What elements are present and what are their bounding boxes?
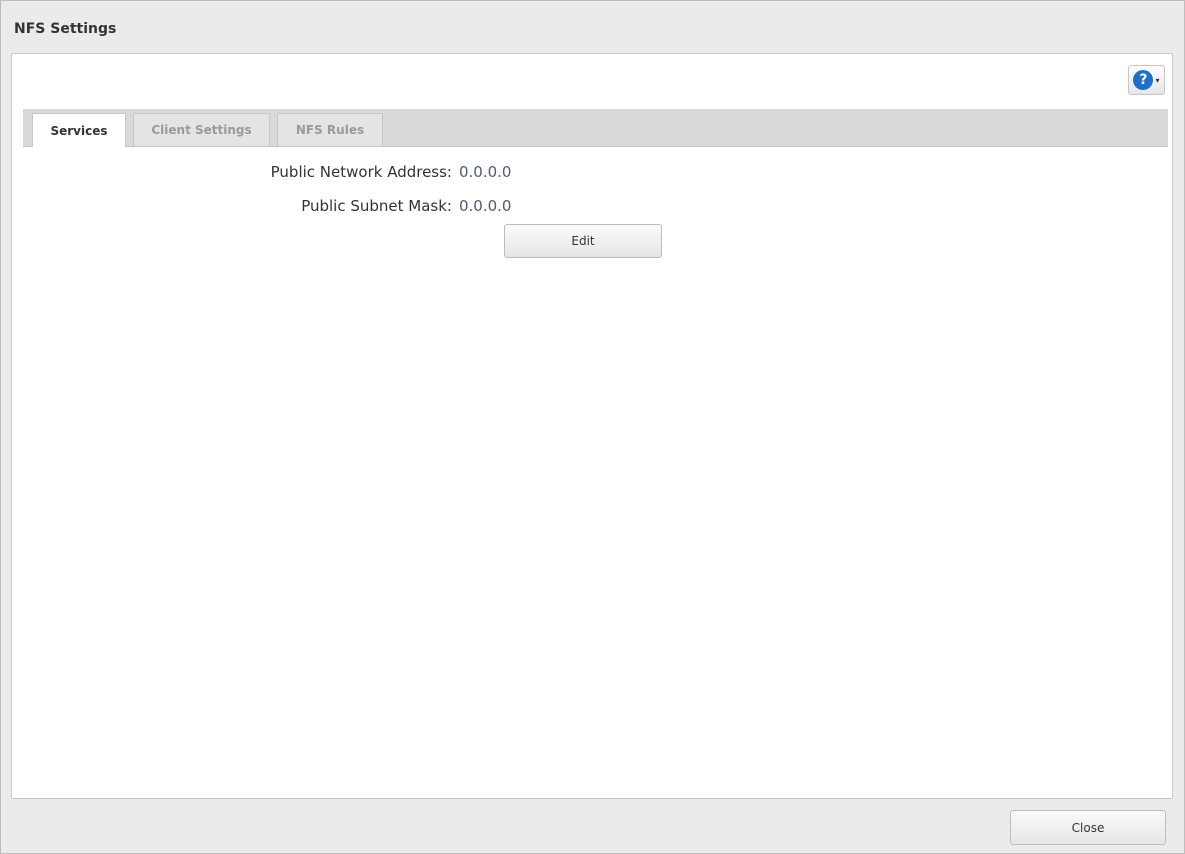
settings-panel: ? ▾ Services Client Settings NFS Rules P… [11,53,1173,799]
edit-button[interactable]: Edit [504,224,662,258]
public-network-address-label: Public Network Address: [270,163,452,181]
tab-nfs-rules[interactable]: NFS Rules [277,113,383,146]
tab-bar: Services Client Settings NFS Rules [23,109,1168,147]
help-menu-button[interactable]: ? ▾ [1128,65,1165,95]
nfs-settings-dialog: NFS Settings ? ▾ Services Client Setting… [0,0,1185,854]
help-icon: ? [1133,70,1154,90]
public-subnet-mask-value: 0.0.0.0 [459,197,512,215]
close-button[interactable]: Close [1010,810,1166,845]
services-tab-content: Public Network Address: 0.0.0.0 Public S… [23,147,1168,791]
dialog-title: NFS Settings [14,21,117,37]
public-subnet-mask-label: Public Subnet Mask: [301,197,452,215]
chevron-down-icon: ▾ [1155,75,1160,85]
tab-services[interactable]: Services [32,113,126,147]
tab-client-settings[interactable]: Client Settings [133,113,270,146]
public-network-address-value: 0.0.0.0 [459,163,512,181]
